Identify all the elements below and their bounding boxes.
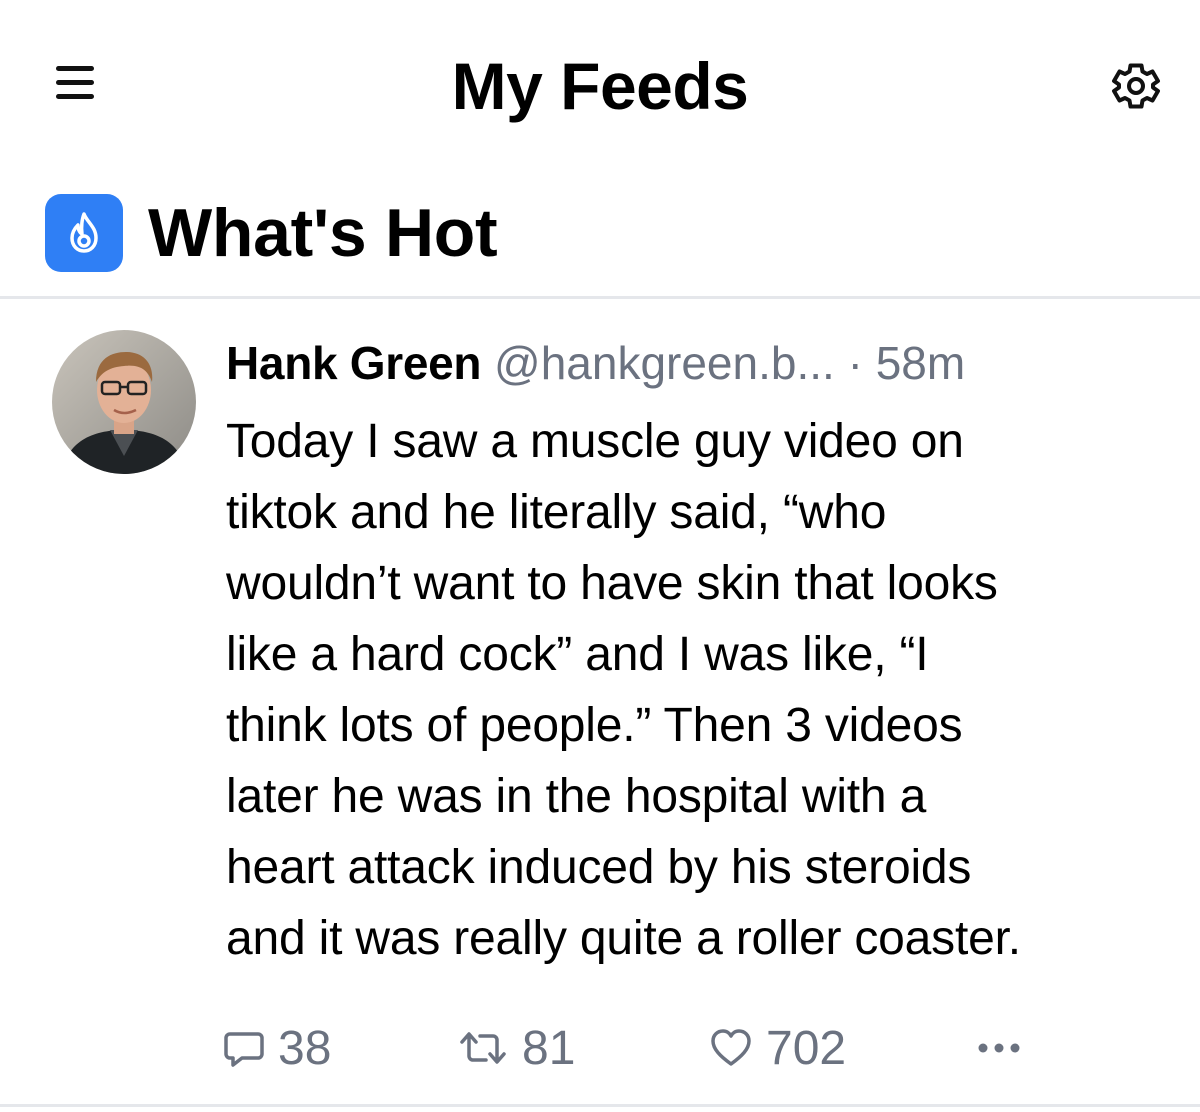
more-options-button[interactable] — [974, 1016, 1036, 1080]
top-bar: My Feeds — [0, 0, 1200, 170]
feed-avatar — [45, 194, 123, 272]
ellipsis-icon — [978, 1043, 1020, 1053]
like-button[interactable]: 702 — [708, 1016, 846, 1080]
feed-title: What's Hot — [148, 195, 498, 271]
post-text-line: like a hard cock” and I was like, “I — [226, 628, 929, 681]
divider — [0, 296, 1200, 299]
post-text-line: tiktok and he literally said, “who — [226, 486, 887, 539]
post-actions: 38 81 702 — [222, 1016, 1042, 1080]
repost-button[interactable]: 81 — [456, 1016, 575, 1080]
divider — [0, 1104, 1200, 1107]
post-meta: Hank Green @hankgreen.b... · 58m — [226, 330, 1176, 406]
avatar[interactable] — [52, 330, 196, 474]
author-handle[interactable]: @hankgreen.b... — [494, 337, 835, 389]
post-text-line: wouldn’t want to have skin that looks — [226, 557, 998, 610]
repost-icon — [460, 1032, 506, 1064]
page-title: My Feeds — [451, 49, 749, 123]
post-text-line: and it was really quite a roller coaster… — [226, 912, 1021, 965]
repost-count: 81 — [522, 1021, 576, 1075]
post-body: Hank Green @hankgreen.b... · 58m Today I… — [226, 330, 1176, 974]
post[interactable]: Hank Green @hankgreen.b... · 58m Today I… — [0, 300, 1200, 1102]
post-text: Today I saw a muscle guy video on tiktok… — [226, 406, 1176, 974]
reply-count: 38 — [278, 1021, 332, 1075]
feed-header[interactable]: What's Hot — [0, 178, 1200, 296]
reply-icon — [224, 1032, 264, 1067]
timestamp[interactable]: 58m — [876, 337, 965, 389]
post-text-line: later he was in the hospital with a — [226, 770, 927, 823]
like-count: 702 — [766, 1021, 847, 1075]
author-name[interactable]: Hank Green — [226, 337, 482, 389]
post-text-line: Today I saw a muscle guy video on — [226, 415, 964, 468]
gear-icon[interactable] — [1108, 58, 1164, 114]
heart-icon — [711, 1029, 751, 1066]
meta-separator: · — [847, 337, 863, 389]
reply-button[interactable]: 38 — [222, 1016, 331, 1080]
post-text-line: think lots of people.” Then 3 videos — [226, 699, 963, 752]
post-text-line: heart attack induced by his steroids — [226, 841, 972, 894]
flame-icon — [70, 212, 98, 253]
